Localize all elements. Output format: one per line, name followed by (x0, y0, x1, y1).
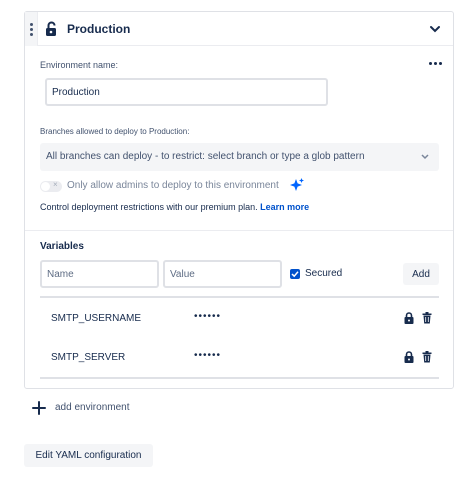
table-divider (40, 296, 439, 298)
table-divider (40, 377, 439, 379)
learn-more-link[interactable]: Learn more (260, 202, 309, 212)
admin-only-label: Only allow admins to deploy to this envi… (67, 180, 279, 191)
variable-row: SMTP_USERNAME •••••• (40, 299, 439, 337)
close-icon: × (53, 180, 58, 189)
admin-only-toggle[interactable]: × (40, 180, 62, 192)
sparkle-icon (290, 178, 304, 191)
trash-icon[interactable] (422, 312, 432, 324)
drag-handle-icon[interactable] (25, 12, 38, 46)
more-icon[interactable] (426, 58, 444, 68)
variable-value-input[interactable] (163, 260, 282, 288)
environment-name-input[interactable] (45, 78, 328, 106)
variable-row: SMTP_SERVER •••••• (40, 338, 439, 376)
lock-icon[interactable] (404, 351, 414, 363)
variable-value: •••••• (194, 311, 222, 322)
variable-name-input[interactable] (40, 260, 159, 288)
secured-checkbox[interactable] (290, 269, 300, 279)
variable-name: SMTP_SERVER (51, 352, 126, 363)
secured-label: Secured (305, 268, 343, 279)
chevron-down-icon (421, 154, 429, 160)
lock-icon[interactable] (404, 312, 414, 324)
chevron-down-icon[interactable] (429, 23, 441, 35)
variables-title: Variables (40, 241, 84, 252)
plus-icon[interactable] (31, 400, 47, 416)
environment-title: Production (67, 22, 131, 36)
environment-header[interactable]: Production (25, 12, 453, 46)
add-variable-button[interactable]: Add (403, 263, 439, 285)
premium-plan-text: Control deployment restrictions with our… (40, 202, 310, 212)
branch-select[interactable]: All branches can deploy - to restrict: s… (40, 143, 439, 171)
section-divider (25, 230, 453, 231)
unlock-icon (46, 21, 56, 36)
trash-icon[interactable] (422, 351, 432, 363)
edit-yaml-button[interactable]: Edit YAML configuration (24, 444, 153, 467)
check-icon (291, 271, 299, 278)
add-environment-link[interactable]: add environment (55, 402, 130, 413)
variable-value: •••••• (194, 350, 222, 361)
environment-name-label: Environment name: (40, 60, 119, 70)
branches-label: Branches allowed to deploy to Production… (40, 127, 190, 136)
environment-panel: Production Environment name: Branches al… (24, 11, 454, 389)
variable-name: SMTP_USERNAME (51, 313, 142, 324)
